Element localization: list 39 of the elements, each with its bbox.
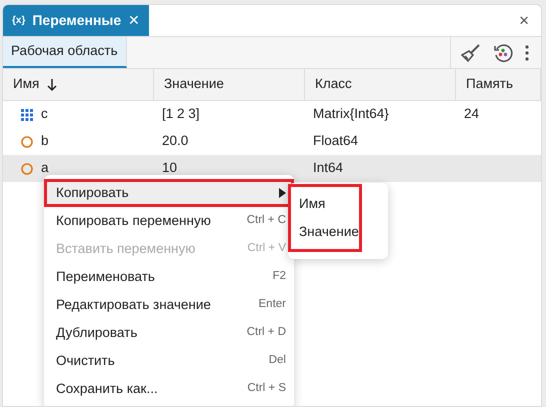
tab-close-icon[interactable]: ✕ xyxy=(128,10,140,31)
column-header[interactable]: Память xyxy=(456,69,541,100)
menu-item[interactable]: Дублировать Ctrl + D xyxy=(44,319,294,347)
workspace-tab[interactable]: Рабочая область xyxy=(3,37,127,68)
menu-item[interactable]: Очистить Del xyxy=(44,347,294,375)
table-cell-text: Float64 xyxy=(312,132,360,150)
table-cell-text: [1 2 3] xyxy=(161,105,201,124)
table-cell-text: Int64 xyxy=(312,159,344,178)
column-header[interactable]: Класс xyxy=(305,69,456,100)
column-label: Значение xyxy=(164,75,224,94)
table-cell-text: Matrix{Int64} xyxy=(312,105,390,124)
menu-item[interactable]: Копировать переменную Ctrl + C xyxy=(44,207,294,235)
menu-item[interactable]: Имя xyxy=(291,190,334,218)
more-icon[interactable] xyxy=(525,44,529,60)
menu-item[interactable]: Сохранить как... Ctrl + S xyxy=(44,375,294,403)
matrix-icon xyxy=(21,108,33,120)
panel-tab[interactable]: {x} Переменные ✕ xyxy=(3,5,149,36)
circle-icon xyxy=(21,136,33,148)
broom-icon[interactable] xyxy=(461,42,481,62)
table-cell-text: 20.0 xyxy=(161,132,190,150)
tab-label: Переменные xyxy=(32,11,122,30)
menu-item[interactable]: Копировать xyxy=(44,179,294,207)
column-label: Класс xyxy=(315,75,352,94)
column-label: Память xyxy=(466,75,514,94)
variable-name: c xyxy=(41,105,48,124)
menu-item[interactable]: Переименовать F2 xyxy=(44,263,294,291)
circle-icon xyxy=(21,162,33,174)
column-header[interactable]: Значение xyxy=(154,69,305,100)
variable-name: a xyxy=(41,159,49,178)
sort-arrow-icon[interactable] xyxy=(47,78,58,92)
column-label: Имя xyxy=(13,75,40,94)
menu-item[interactable]: Значение xyxy=(291,218,367,246)
variable-icon: {x} xyxy=(12,13,26,28)
table-cell-text: 10 xyxy=(161,159,178,178)
variable-name: b xyxy=(41,132,49,150)
menu-item[interactable]: Редактировать значение Enter xyxy=(44,291,294,319)
refresh-icon[interactable] xyxy=(493,42,513,62)
close-button[interactable]: × xyxy=(517,12,531,29)
table-cell-text: 24 xyxy=(463,105,480,124)
